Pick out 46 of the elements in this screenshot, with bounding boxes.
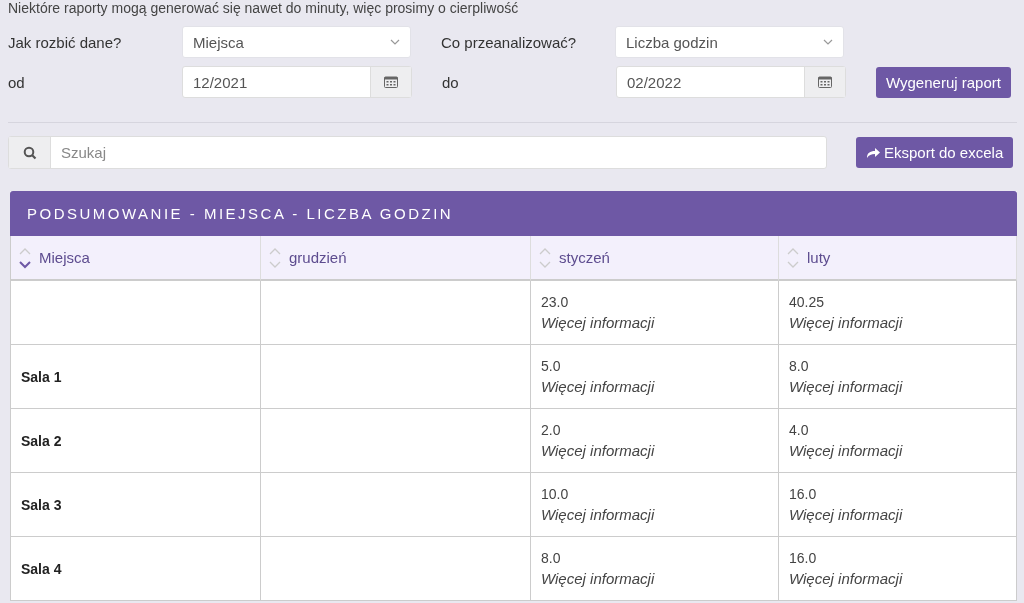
- hours-value: 5.0: [541, 358, 562, 374]
- more-info-link[interactable]: Więcej informacji: [541, 442, 778, 459]
- date-field[interactable]: 12/2021: [182, 66, 412, 98]
- hours-value: 16.0: [789, 486, 818, 502]
- place-name: Sala 1: [21, 368, 63, 385]
- table-title: PODSUMOWANIE - MIEJSCA - LICZBA GODZIN: [27, 205, 454, 222]
- hours-value: 8.0: [789, 358, 810, 374]
- more-info-link[interactable]: Więcej informacji: [789, 378, 1016, 395]
- split-select[interactable]: Miejsca: [182, 26, 411, 58]
- more-info-link[interactable]: Więcej informacji: [789, 314, 1016, 331]
- generate-report-button[interactable]: Wygeneruj raport: [876, 66, 1011, 98]
- field-label: do: [442, 73, 460, 91]
- place-name: Sala 2: [21, 432, 63, 449]
- hours-value: 4.0: [789, 422, 810, 438]
- more-info-link[interactable]: Więcej informacji: [789, 570, 1016, 587]
- field-label: Co przeanalizować?: [441, 33, 578, 51]
- more-info-link[interactable]: Więcej informacji: [541, 570, 778, 587]
- column-header[interactable]: styczeń: [531, 236, 779, 281]
- export-button[interactable]: Eksport do excela: [856, 137, 1014, 168]
- hours-value: 8.0: [541, 550, 562, 566]
- chevron-down-icon: [390, 39, 400, 45]
- column-header[interactable]: luty: [779, 236, 1017, 281]
- hours-value: 23.0: [541, 294, 570, 310]
- place-name: Sala 3: [21, 496, 63, 513]
- more-info-link[interactable]: Więcej informacji: [541, 506, 778, 523]
- chevron-down-icon: [823, 39, 833, 45]
- field-label: od: [8, 73, 26, 91]
- hours-value: 16.0: [789, 550, 818, 566]
- field-label: Jak rozbić dane?: [8, 33, 123, 51]
- notice-text: Niektóre raporty mogą generować się nawet do minuty, więc prosimy o cierpliwość: [8, 0, 520, 18]
- date-field[interactable]: 02/2022: [616, 66, 846, 98]
- more-info-link[interactable]: Więcej informacji: [789, 442, 1016, 459]
- calendar-icon: [384, 76, 398, 88]
- more-info-link[interactable]: Więcej informacji: [789, 506, 1016, 523]
- hours-value: 10.0: [541, 486, 570, 502]
- calendar-icon: [818, 76, 832, 88]
- analyze-select[interactable]: Liczba godzin: [615, 26, 844, 58]
- column-header[interactable]: Miejsca: [11, 236, 261, 281]
- search-icon: [22, 145, 37, 160]
- more-info-link[interactable]: Więcej informacji: [541, 378, 778, 395]
- hours-value: 40.25: [789, 294, 826, 310]
- more-info-link[interactable]: Więcej informacji: [541, 314, 778, 331]
- column-header[interactable]: grudzień: [261, 236, 531, 281]
- share-arrow-icon: [866, 146, 881, 159]
- hours-value: 2.0: [541, 422, 562, 438]
- place-name: Sala 4: [21, 560, 63, 577]
